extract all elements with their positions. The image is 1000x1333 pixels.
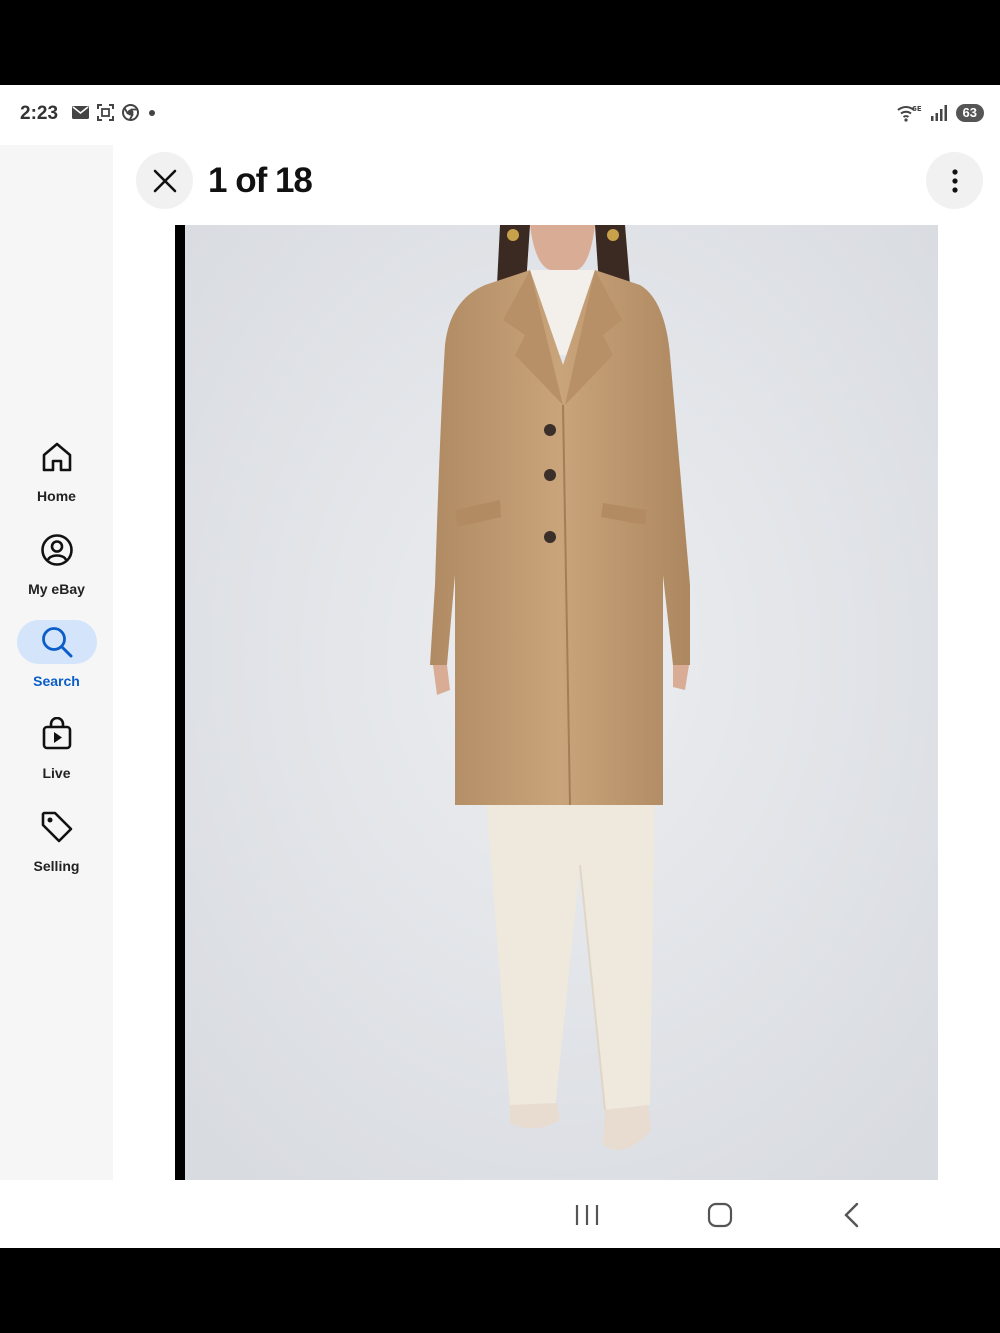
- live-bag-icon: [42, 717, 71, 750]
- camel-coat-photo: [185, 225, 938, 1181]
- product-image[interactable]: [175, 225, 938, 1181]
- system-navigation-bar: [0, 1180, 1000, 1248]
- tag-icon-wrap: [17, 805, 97, 849]
- bottom-letterbox: [0, 1248, 1000, 1333]
- side-navigation: Home My eBay Search Live Selling: [0, 145, 113, 1180]
- close-icon: [153, 169, 176, 192]
- sidebar-item-label: Selling: [33, 858, 80, 874]
- status-time: 2:23: [20, 103, 59, 124]
- sidebar-item-search[interactable]: Search: [0, 620, 113, 689]
- image-counter: 1 of 18: [208, 161, 313, 200]
- status-right-icons: 6E 63: [896, 104, 984, 122]
- sidebar-item-home[interactable]: Home: [0, 435, 113, 504]
- search-icon-wrap: [16, 620, 97, 664]
- more-vertical-icon: [951, 168, 958, 193]
- dot-icon: [149, 109, 155, 116]
- sidebar-item-live[interactable]: Live: [0, 712, 113, 781]
- sidebar-item-label: Live: [42, 765, 71, 781]
- recents-icon: [575, 1205, 599, 1225]
- sidebar-item-label: My eBay: [28, 581, 85, 597]
- status-left-icons: [72, 104, 157, 121]
- home-icon-wrap: [17, 435, 97, 479]
- battery-indicator: 63: [955, 104, 984, 122]
- signal-icon: [930, 105, 947, 121]
- sidebar-item-label: Home: [37, 488, 76, 504]
- sidebar-item-selling[interactable]: Selling: [0, 805, 113, 874]
- live-icon-wrap: [17, 712, 97, 756]
- back-icon: [844, 1202, 859, 1228]
- chrome-icon: [122, 104, 139, 121]
- home-circle-icon: [707, 1202, 733, 1228]
- search-icon: [41, 627, 72, 658]
- back-nav-button[interactable]: [832, 1200, 872, 1230]
- recents-button[interactable]: [567, 1200, 607, 1230]
- mail-icon: [72, 106, 89, 119]
- top-letterbox: [0, 0, 1000, 85]
- sidebar-item-my-ebay[interactable]: My eBay: [0, 528, 113, 597]
- home-icon: [42, 442, 71, 472]
- user-icon-wrap: [17, 528, 97, 572]
- sidebar-item-label: Search: [33, 673, 80, 689]
- app-screen: 2:23 6E 63 Home My eBay Search Live Sell…: [0, 85, 1000, 1248]
- status-bar: 2:23 6E 63: [0, 85, 1000, 145]
- tag-icon: [41, 811, 72, 843]
- close-button[interactable]: [136, 152, 193, 209]
- home-nav-button[interactable]: [700, 1200, 740, 1230]
- svg-text:6E: 6E: [912, 105, 922, 113]
- more-options-button[interactable]: [926, 152, 983, 209]
- wifi-6e-icon: 6E: [896, 105, 922, 122]
- screenshot-icon: [97, 104, 114, 121]
- user-circle-icon: [40, 534, 73, 566]
